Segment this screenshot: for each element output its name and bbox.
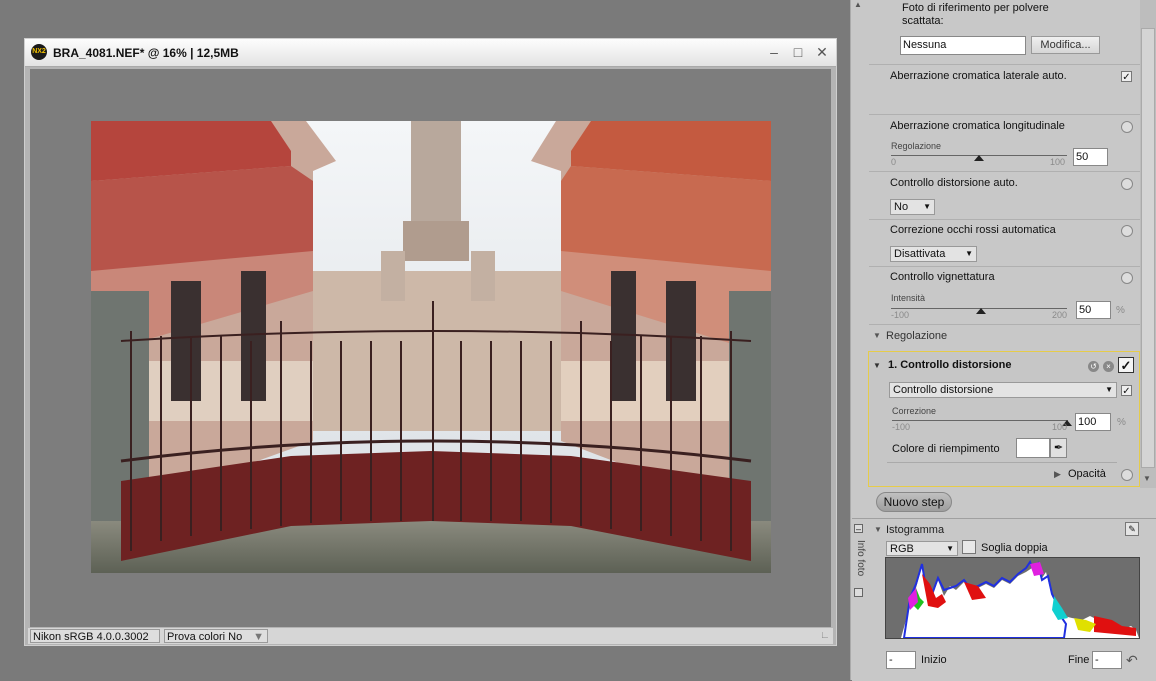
divider (869, 219, 1140, 220)
correction-min: -100 (892, 422, 911, 432)
double-threshold-label: Soglia doppia (981, 542, 1048, 554)
longitudinal-ca-toggle[interactable] (1121, 121, 1133, 133)
step-method-value: Controllo distorsione (893, 384, 994, 396)
distortion-auto-label: Controllo distorsione auto. (890, 177, 1018, 189)
resize-grip-icon[interactable]: ∟ (820, 630, 832, 642)
histogram-channel-value: RGB (890, 543, 914, 555)
distortion-auto-value: No (894, 201, 909, 213)
vignette-value-input[interactable]: 50 (1076, 301, 1111, 319)
opacity-toggle[interactable] (1121, 469, 1133, 481)
step-method-dropdown[interactable]: Controllo distorsione ▼ (889, 382, 1117, 398)
lateral-ca-label: Aberrazione cromatica laterale auto. (890, 70, 1067, 82)
chevron-down-icon: ▼ (253, 631, 264, 643)
distortion-auto-toggle[interactable] (1121, 178, 1133, 190)
vignette-toggle[interactable] (1121, 272, 1133, 284)
scrollbar-thumb[interactable] (1141, 28, 1155, 468)
dust-ref-field[interactable]: Nessuna (900, 36, 1026, 55)
vignette-slider-thumb[interactable] (976, 308, 986, 314)
step-title: 1. Controllo distorsione (888, 359, 1012, 371)
histogram-start-input[interactable]: - (886, 651, 916, 669)
chevron-down-icon: ▼ (946, 544, 954, 553)
eyedropper-icon[interactable]: ✒ (1050, 438, 1067, 458)
divider (887, 462, 1117, 463)
minimize-icon[interactable]: – (766, 44, 782, 60)
long-ca-min: 0 (891, 157, 897, 167)
chevron-down-icon: ▼ (965, 249, 973, 258)
redeye-dropdown[interactable]: Disattivata ▼ (890, 246, 977, 262)
step-box: ▼ 1. Controllo distorsione ↺ × ✓ Control… (868, 351, 1140, 487)
histogram-reset-icon[interactable]: ↶ (1126, 652, 1138, 669)
histogram-options-icon[interactable]: ✎ (1125, 522, 1139, 536)
redeye-value: Disattivata (894, 248, 946, 260)
distortion-auto-dropdown[interactable]: No ▼ (890, 199, 935, 215)
new-step-button[interactable]: Nuovo step (876, 492, 952, 512)
vignette-label: Controllo vignettatura (890, 271, 995, 283)
softproof-dropdown[interactable]: Prova colori No ▼ (164, 629, 268, 643)
app-logo-icon: NX2 (31, 44, 47, 60)
expand-triangle-icon[interactable]: ▶ (1054, 469, 1061, 480)
chevron-down-icon: ▼ (923, 202, 931, 211)
photo (91, 121, 771, 573)
long-ca-slider-label: Regolazione (891, 141, 942, 151)
vignette-min: -100 (891, 310, 910, 320)
collapse-triangle-icon[interactable]: ▼ (873, 361, 881, 370)
histogram-end-label: Fine (1068, 654, 1090, 666)
minimize-panel-icon[interactable]: – (854, 524, 863, 534)
divider (869, 64, 1140, 65)
window-title: BRA_4081.NEF* @ 16% | 12,5MB (53, 46, 239, 60)
redeye-toggle[interactable] (1121, 225, 1133, 237)
correction-value-input[interactable]: 100 (1075, 413, 1111, 431)
reset-icon[interactable]: ↺ (1088, 361, 1099, 372)
step-enable-checkbox[interactable]: ✓ (1118, 357, 1134, 373)
chevron-down-icon: ▼ (1105, 385, 1113, 394)
image-window: NX2 BRA_4081.NEF* @ 16% | 12,5MB – □ ✕ N… (24, 38, 837, 646)
step-method-checkbox[interactable]: ✓ (1121, 385, 1132, 397)
divider (869, 171, 1140, 172)
panel-scrollbar[interactable]: ▼ (1140, 0, 1156, 488)
divider (869, 114, 1140, 115)
histogram-plot (901, 559, 1139, 639)
fill-color-swatch[interactable] (1016, 438, 1050, 458)
modify-button[interactable]: Modifica... (1031, 36, 1100, 54)
dust-ref-label: Foto di riferimento per polvere scattata… (902, 2, 1049, 27)
vignette-unit: % (1116, 305, 1125, 316)
divider (869, 266, 1140, 267)
adjust-section-header[interactable]: Regolazione (886, 330, 947, 342)
long-ca-value-input[interactable]: 50 (1073, 148, 1108, 166)
histogram-end-input[interactable]: - (1092, 651, 1122, 669)
opacity-label: Opacità (1068, 468, 1106, 480)
panel-dock-icon[interactable] (854, 588, 863, 597)
softproof-label: Prova colori No (167, 631, 243, 643)
correction-max: 100 (1052, 422, 1068, 432)
histogram-title: Istogramma (886, 524, 945, 536)
panel-collapse-icon[interactable]: ▲ (852, 0, 864, 10)
correction-unit: % (1117, 417, 1126, 428)
histogram-graph (885, 557, 1140, 639)
scroll-down-icon[interactable]: ▼ (1143, 474, 1151, 483)
collapse-triangle-icon[interactable]: ▼ (873, 331, 881, 340)
window-titlebar[interactable]: NX2 BRA_4081.NEF* @ 16% | 12,5MB – □ ✕ (25, 39, 836, 67)
correction-label: Correzione (892, 406, 937, 416)
long-ca-slider-thumb[interactable] (974, 155, 984, 161)
collapse-triangle-icon[interactable]: ▼ (874, 525, 882, 534)
image-canvas[interactable] (30, 69, 831, 627)
lateral-ca-checkbox[interactable]: ✓ (1121, 71, 1132, 83)
maximize-icon[interactable]: □ (790, 44, 806, 60)
color-profile-label: Nikon sRGB 4.0.0.3002 (30, 629, 160, 643)
fill-color-label: Colore di riempimento (892, 443, 1000, 455)
long-ca-max: 100 (1050, 157, 1066, 167)
histogram-channel-dropdown[interactable]: RGB ▼ (886, 541, 958, 556)
longitudinal-ca-label: Aberrazione cromatica longitudinale (890, 120, 1065, 132)
close-icon[interactable]: ✕ (814, 44, 830, 60)
delete-icon[interactable]: × (1103, 361, 1114, 372)
info-tab[interactable]: Info foto (854, 540, 866, 580)
histogram-start-label: Inizio (921, 654, 947, 666)
correction-slider[interactable] (892, 420, 1068, 421)
divider (869, 324, 1140, 325)
vignette-max: 200 (1052, 310, 1068, 320)
vignette-slider-label: Intensità (891, 293, 926, 303)
double-threshold-checkbox[interactable] (962, 540, 976, 554)
redeye-label: Correzione occhi rossi automatica (890, 224, 1056, 236)
status-bar: Nikon sRGB 4.0.0.3002 Prova colori No ▼ … (28, 628, 833, 644)
